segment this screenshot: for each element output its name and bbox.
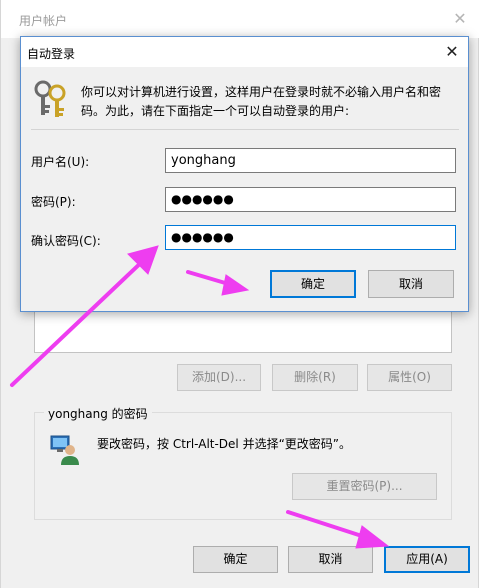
user-accounts-titlebar: 用户帐户 ✕ xyxy=(1,0,479,38)
auto-logon-description: 你可以对计算机进行设置，这样用户在登录时就不必输入用户名和密 码。为此，请在下面… xyxy=(81,83,461,121)
user-list[interactable] xyxy=(34,312,452,353)
password-groupbox xyxy=(34,412,452,520)
add-user-button[interactable]: 添加(D)... xyxy=(177,364,261,391)
footer-ok-button[interactable]: 确定 xyxy=(193,546,278,573)
properties-button[interactable]: 属性(O) xyxy=(367,364,452,391)
auto-logon-description-line-2: 码。为此，请在下面指定一个可以自动登录的用户: xyxy=(81,104,350,118)
user-accounts-title: 用户帐户 xyxy=(19,14,68,28)
auto-logon-title: 自动登录 xyxy=(27,47,76,61)
auto-logon-close-icon[interactable]: ✕ xyxy=(441,41,463,63)
reset-password-button[interactable]: 重置密码(P)... xyxy=(292,473,437,500)
username-label: 用户名(U): xyxy=(31,155,90,169)
remove-user-button[interactable]: 删除(R) xyxy=(272,364,358,391)
password-group-title: yonghang 的密码 xyxy=(44,405,152,422)
dialog-cancel-button[interactable]: 取消 xyxy=(368,270,454,298)
dialog-ok-button[interactable]: 确定 xyxy=(270,270,356,298)
password-field[interactable]: ●●●●●● xyxy=(165,187,456,212)
confirm-password-label: 确认密码(C): xyxy=(31,234,101,248)
user-computer-icon xyxy=(50,435,79,465)
auto-logon-titlebar: 自动登录 ✕ xyxy=(21,37,468,67)
user-accounts-close-icon[interactable]: ✕ xyxy=(449,8,471,30)
footer-cancel-button[interactable]: 取消 xyxy=(288,546,373,573)
confirm-password-field[interactable]: ●●●●●● xyxy=(165,225,456,250)
apply-button[interactable]: 应用(A) xyxy=(384,546,470,573)
username-field[interactable]: yonghang xyxy=(165,148,456,173)
auto-logon-dialog: 自动登录 ✕ 你可以对计算机进行设置，这样用户在登录时就不必输入用户名和密 码。… xyxy=(20,36,469,312)
password-label: 密码(P): xyxy=(31,195,76,209)
keys-icon xyxy=(34,80,66,117)
auto-logon-description-line-1: 你可以对计算机进行设置，这样用户在登录时就不必输入用户名和密 xyxy=(81,85,442,99)
dialog-separator xyxy=(31,129,459,130)
password-change-message: 要改密码，按 Ctrl-Alt-Del 并选择“更改密码”。 xyxy=(97,437,352,451)
